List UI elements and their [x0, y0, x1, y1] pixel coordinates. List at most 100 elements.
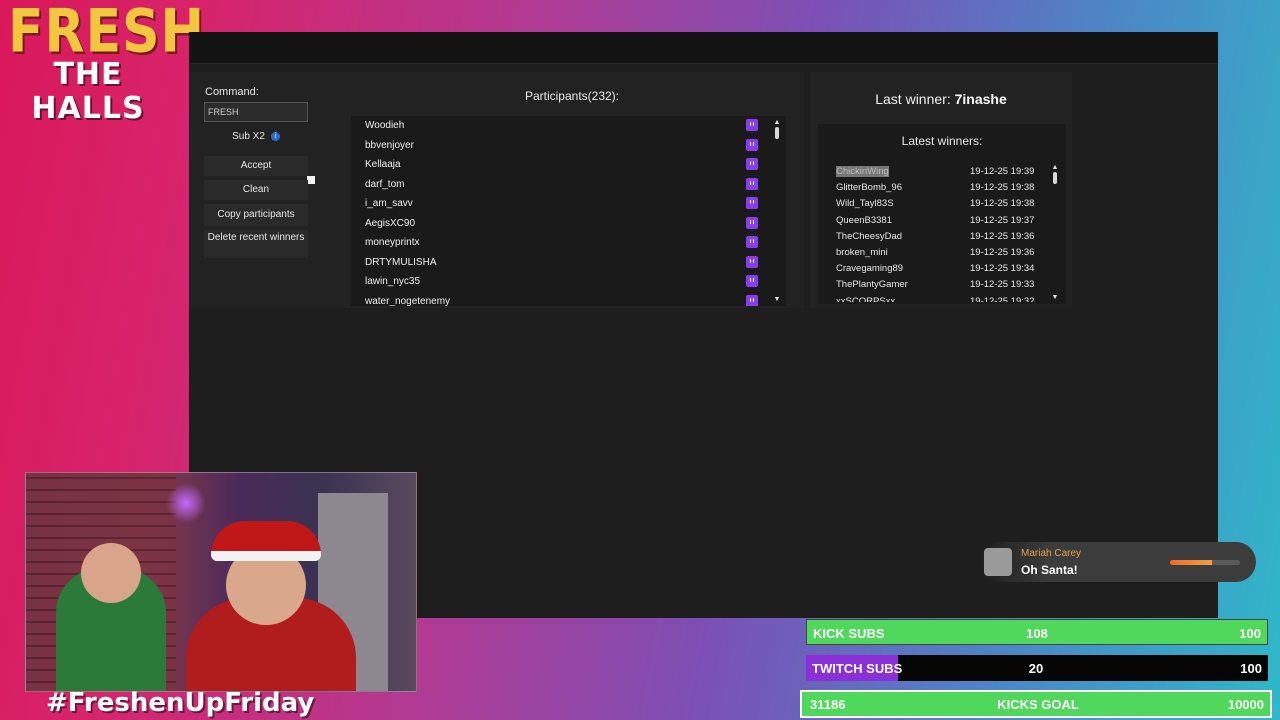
- participant-row[interactable]: moneyprintx: [351, 233, 786, 253]
- album-art: [984, 548, 1012, 576]
- winner-row[interactable]: QueenB3381 19-12-25 19:37: [836, 213, 1058, 229]
- winner-name: ChickinWing: [836, 166, 889, 177]
- streamer-elf-head: [81, 543, 141, 603]
- participant-row[interactable]: DRTYMULISHA: [351, 253, 786, 273]
- now-playing-song: Oh Santa!: [1021, 563, 1078, 577]
- kick-subs-max: 100: [1239, 626, 1261, 641]
- twitch-icon: [746, 158, 758, 170]
- now-playing-widget: Mariah Carey Oh Santa!: [980, 542, 1256, 582]
- song-progress-bar: [1170, 560, 1240, 565]
- santa-hat: [211, 521, 321, 561]
- winners-scrollbar[interactable]: ▲ ▼: [1050, 164, 1060, 302]
- participant-name: water_nogetenemy: [365, 295, 451, 307]
- winner-name: Cravegaming89: [836, 263, 904, 275]
- winner-name: xxSCORPSxx: [836, 295, 896, 303]
- brand-line-2: THE HALLS: [31, 57, 145, 126]
- twitch-icon: [746, 275, 758, 287]
- participant-name: Woodieh: [365, 120, 405, 131]
- winners-panel: Last winner: 7inashe Latest winners: Chi…: [810, 72, 1072, 308]
- twitch-icon: [746, 255, 758, 268]
- winner-row[interactable]: Wild_Tayl83S 19-12-25 19:38: [836, 196, 1058, 212]
- participant-name: moneyprintx: [365, 237, 420, 248]
- winner-name: broken_mini: [836, 246, 888, 258]
- latest-winners-list[interactable]: ChickinWing 19-12-25 19:39 GlitterBomb_96 1…: [836, 164, 1058, 302]
- info-icon[interactable]: i: [270, 131, 280, 141]
- twitch-icon: [746, 216, 758, 229]
- winner-row[interactable]: ChickinWing 19-12-25 19:39: [836, 164, 1058, 180]
- participants-title: Participants(232):: [524, 89, 620, 103]
- participant-row[interactable]: AegisXC90: [351, 214, 786, 234]
- scroll-thumb[interactable]: [775, 127, 779, 139]
- scroll-up-icon[interactable]: ▲: [1050, 164, 1060, 172]
- last-winner-name: 7inashe: [954, 91, 1007, 107]
- winner-row[interactable]: xxSCORPSxx 19-12-25 19:32: [836, 294, 1058, 303]
- accept-button[interactable]: Accept: [204, 156, 308, 176]
- kick-subs-label: KICK SUBS: [813, 626, 885, 641]
- participant-row[interactable]: water_nogetenemy: [351, 292, 786, 307]
- latest-winners-box: Latest winners: ChickinWing 19-12-25 19:3…: [818, 124, 1066, 304]
- winner-time: 19-12-25 19:32: [970, 295, 1035, 303]
- winner-name: Wild_Tayl83S: [836, 198, 894, 210]
- participant-row[interactable]: lawin_nyc35: [351, 272, 786, 292]
- winner-row[interactable]: Cravegaming89 19-12-25 19:34: [836, 261, 1058, 277]
- twitch-icon: [746, 138, 758, 151]
- clean-button[interactable]: Clean: [204, 180, 308, 200]
- twitch-subs-label: TWITCH SUBS: [812, 661, 903, 676]
- scroll-down-icon[interactable]: ▼: [772, 296, 782, 304]
- winner-row[interactable]: broken_mini 19-12-25 19:36: [836, 245, 1058, 261]
- participant-row[interactable]: darf_tom: [351, 175, 786, 195]
- scroll-thumb[interactable]: [1053, 172, 1057, 184]
- copy-participants-button[interactable]: Copy participants: [204, 204, 308, 226]
- twitch-icon: [746, 197, 758, 209]
- twitch-subs-max: 100: [1240, 661, 1262, 676]
- winner-row[interactable]: GlitterBomb_96 19-12-25 19:38: [836, 180, 1058, 196]
- participants-panel: Command: Sub X2 i Accept Clean Copy parti…: [189, 72, 804, 308]
- command-input[interactable]: [204, 102, 308, 122]
- song-progress-fill: [1170, 560, 1212, 565]
- twitch-subs-current: 20: [1028, 661, 1044, 676]
- winner-time: 19-12-25 19:38: [970, 198, 1035, 210]
- kicks-goal-label: KICKS GOAL: [997, 697, 1079, 712]
- winner-time: 19-12-25 19:38: [970, 182, 1035, 194]
- winner-time: 19-12-25 19:36: [970, 230, 1035, 242]
- winner-time: 19-12-25 19:39: [970, 166, 1035, 177]
- latest-winners-title: Latest winners:: [901, 134, 983, 148]
- participant-name: lawin_nyc35: [365, 276, 421, 287]
- command-label: Command:: [205, 86, 259, 98]
- twitch-icon: [746, 294, 758, 306]
- sub-x2-option: Sub X2 i: [204, 131, 308, 149]
- stream-title-logo: FRESH THE HALLS: [8, 2, 204, 126]
- webcam-feed: [25, 472, 417, 692]
- twitch-icon: [746, 177, 758, 190]
- winner-time: 19-12-25 19:33: [970, 279, 1035, 291]
- participant-name: bbvenjoyer: [365, 139, 414, 151]
- purple-light: [166, 483, 206, 523]
- participant-row[interactable]: Kellaaja: [351, 155, 786, 175]
- twitch-icon: [746, 236, 758, 248]
- sub-x2-label: Sub X2: [232, 131, 265, 142]
- scroll-up-icon[interactable]: ▲: [772, 119, 782, 127]
- winner-row[interactable]: ThePlantyGamer 19-12-25 19:33: [836, 277, 1058, 293]
- participant-name: i_am_savv: [365, 198, 413, 209]
- sub-x2-checkbox[interactable]: [307, 176, 315, 184]
- winner-row[interactable]: TheCheesyDad 19-12-25 19:36: [836, 229, 1058, 245]
- delete-recent-winners-button[interactable]: Delete recent winners: [204, 230, 308, 258]
- kick-subs-bar: KICK SUBS 108 100: [806, 619, 1268, 645]
- winner-time: 19-12-25 19:37: [970, 214, 1035, 226]
- kick-subs-current: 108: [1026, 626, 1048, 641]
- participant-name: DRTYMULISHA: [365, 256, 437, 268]
- kicks-goal-bar: 31186 KICKS GOAL 10000: [800, 690, 1272, 718]
- participant-name: darf_tom: [365, 178, 405, 190]
- participants-scrollbar[interactable]: ▲ ▼: [772, 119, 782, 304]
- participant-name: Kellaaja: [365, 159, 401, 170]
- scroll-down-icon[interactable]: ▼: [1050, 294, 1060, 302]
- participants-list[interactable]: Woodieh bbvenjoyer Kellaaja darf_tom i_am_sa…: [351, 116, 786, 306]
- participant-row[interactable]: bbvenjoyer: [351, 136, 786, 156]
- twitch-icon: [746, 119, 758, 131]
- winner-name: GlitterBomb_96: [836, 182, 903, 194]
- winner-name: TheCheesyDad: [836, 230, 903, 242]
- participant-row[interactable]: Woodieh: [351, 116, 786, 136]
- window-title-bar: [189, 32, 1218, 64]
- participant-row[interactable]: i_am_savv: [351, 194, 786, 214]
- winner-time: 19-12-25 19:36: [970, 246, 1035, 258]
